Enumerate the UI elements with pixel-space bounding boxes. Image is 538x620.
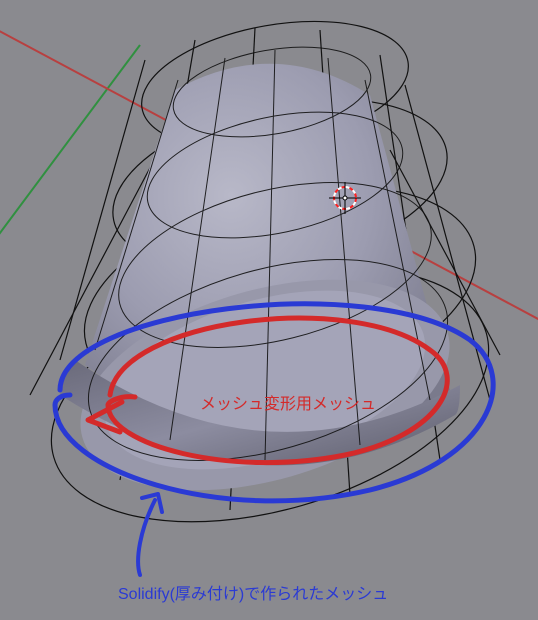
scene-svg <box>0 0 538 620</box>
viewport-3d[interactable]: メッシュ変形用メッシュ Solidify(厚み付け)で作られたメッシュ <box>0 0 538 620</box>
